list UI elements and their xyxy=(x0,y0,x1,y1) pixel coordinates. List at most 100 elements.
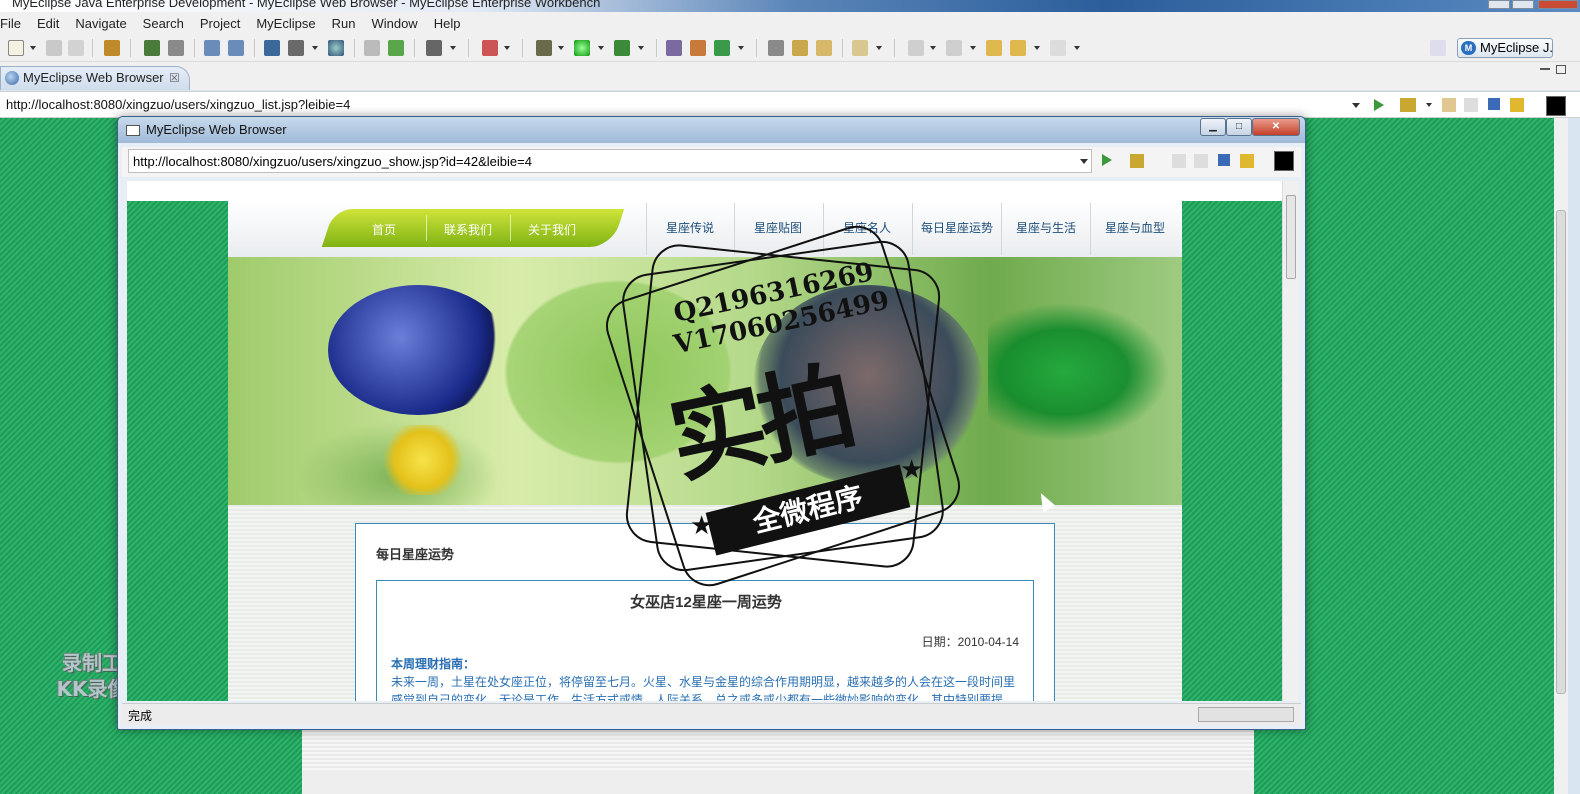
nav-contact[interactable]: 联系我们 xyxy=(444,221,492,238)
nav-daily-fortune[interactable]: 每日星座运势 xyxy=(921,219,993,236)
popup-url-dropdown-icon[interactable] xyxy=(1080,159,1088,164)
hierarchy-icon[interactable] xyxy=(666,40,682,56)
menu-run[interactable]: Run xyxy=(324,16,364,31)
save-icon[interactable] xyxy=(46,40,62,56)
bug-icon[interactable] xyxy=(536,40,552,56)
nav-celebrities[interactable]: 星座名人 xyxy=(843,219,891,236)
camera-icon[interactable] xyxy=(426,40,442,56)
site-nav: 首页 联系我们 关于我们 星座传说 星座贴图 星座名人 每日星座运势 星座与生活… xyxy=(228,201,1182,257)
nav-life[interactable]: 星座与生活 xyxy=(1016,219,1076,236)
bookmark-icon[interactable] xyxy=(1400,98,1416,112)
maximize-view-icon[interactable] xyxy=(1556,65,1566,74)
run-icon[interactable] xyxy=(574,40,590,56)
main-url-input[interactable] xyxy=(6,97,1361,112)
open-perspective-icon[interactable] xyxy=(1430,40,1446,56)
minimize-view-icon[interactable] xyxy=(1540,68,1550,70)
external-tools-icon[interactable] xyxy=(614,40,630,56)
folder-icon[interactable] xyxy=(852,40,868,56)
back-dropdown-icon[interactable] xyxy=(1034,46,1040,50)
add-icon[interactable] xyxy=(388,40,404,56)
zodiac-orb-left xyxy=(328,285,508,415)
last-edit-icon[interactable] xyxy=(986,40,1002,56)
menu-search[interactable]: Search xyxy=(135,16,192,31)
deploy-icon[interactable] xyxy=(204,40,220,56)
popup-forward-icon[interactable] xyxy=(1194,154,1208,168)
close-window-button[interactable] xyxy=(1538,0,1578,9)
prev-annotation-dropdown-icon[interactable] xyxy=(970,46,976,50)
color-picker-icon[interactable] xyxy=(1546,96,1566,116)
menu-file[interactable]: File xyxy=(0,16,29,31)
popup-bookmark-icon[interactable] xyxy=(1130,154,1144,168)
new-project-icon[interactable] xyxy=(264,40,280,56)
folder-dropdown-icon[interactable] xyxy=(876,46,882,50)
popup-close-button[interactable]: ✕ xyxy=(1252,118,1300,136)
mail-icon[interactable] xyxy=(768,40,784,56)
scrollbar-thumb[interactable] xyxy=(1556,210,1566,694)
refresh-icon[interactable] xyxy=(714,40,730,56)
task-icon[interactable] xyxy=(690,40,706,56)
minimize-window-button[interactable] xyxy=(1488,0,1510,9)
run-dropdown-icon[interactable] xyxy=(598,46,604,50)
popup-scrollbar-thumb[interactable] xyxy=(1286,195,1296,279)
forward-arrow-icon[interactable] xyxy=(1050,40,1066,56)
popup-minimize-button[interactable]: ▁ xyxy=(1200,118,1226,136)
maximize-window-button[interactable] xyxy=(1512,0,1534,9)
window-title-bar: MyEclipse Java Enterprise Development - … xyxy=(0,0,1580,12)
tab-label: MyEclipse Web Browser xyxy=(23,70,164,85)
main-url-dropdown-icon[interactable] xyxy=(1352,103,1360,108)
popup-refresh-icon[interactable] xyxy=(1240,154,1254,168)
envelope-icon[interactable] xyxy=(816,40,832,56)
debug-icon[interactable] xyxy=(144,40,160,56)
open-folder-icon[interactable] xyxy=(364,40,380,56)
stop-icon[interactable] xyxy=(1488,98,1500,110)
new-dropdown-icon[interactable] xyxy=(30,46,36,50)
web-browser-icon[interactable] xyxy=(328,40,344,56)
bookmark-dropdown-icon[interactable] xyxy=(1426,103,1432,107)
perspective-button[interactable]: M MyEclipse J... xyxy=(1457,38,1553,58)
back-arrow-icon[interactable] xyxy=(1010,40,1026,56)
popup-color-icon[interactable] xyxy=(1274,151,1294,171)
menu-navigate[interactable]: Navigate xyxy=(67,16,134,31)
tab-web-browser[interactable]: MyEclipse Web Browser ☒ xyxy=(0,66,190,90)
menu-project[interactable]: Project xyxy=(192,16,248,31)
refresh-dropdown-icon[interactable] xyxy=(738,46,744,50)
server-icon[interactable] xyxy=(168,40,184,56)
popup-maximize-button[interactable]: □ xyxy=(1226,118,1252,136)
nav-pictures[interactable]: 星座贴图 xyxy=(754,219,802,236)
new-wizard-dropdown-icon[interactable] xyxy=(504,46,510,50)
menu-window[interactable]: Window xyxy=(363,16,425,31)
close-tab-icon[interactable]: ☒ xyxy=(169,67,180,89)
go-icon[interactable] xyxy=(1374,99,1384,111)
debug-dropdown-icon[interactable] xyxy=(558,46,564,50)
nav-about[interactable]: 关于我们 xyxy=(528,221,576,238)
open-type-icon[interactable] xyxy=(104,40,120,56)
redeploy-icon[interactable] xyxy=(228,40,244,56)
nav-blood-type[interactable]: 星座与血型 xyxy=(1105,219,1165,236)
camera-dropdown-icon[interactable] xyxy=(450,46,456,50)
print-icon[interactable] xyxy=(68,40,84,56)
menu-myeclipse[interactable]: MyEclipse xyxy=(248,16,323,31)
refresh-page-icon[interactable] xyxy=(1510,98,1524,112)
next-annotation-dropdown-icon[interactable] xyxy=(930,46,936,50)
forward-icon[interactable] xyxy=(1464,98,1478,112)
popup-back-icon[interactable] xyxy=(1172,154,1186,168)
menu-help[interactable]: Help xyxy=(426,16,469,31)
new-icon[interactable] xyxy=(8,40,24,56)
menu-edit[interactable]: Edit xyxy=(29,16,67,31)
main-browser-scrollbar[interactable] xyxy=(1554,118,1568,794)
new-file-icon[interactable] xyxy=(288,40,304,56)
external-tools-dropdown-icon[interactable] xyxy=(638,46,644,50)
popup-stop-icon[interactable] xyxy=(1218,154,1230,166)
forward-dropdown-icon[interactable] xyxy=(1074,46,1080,50)
back-icon[interactable] xyxy=(1442,98,1456,112)
new-file-dropdown-icon[interactable] xyxy=(312,46,318,50)
pen-icon[interactable] xyxy=(792,40,808,56)
nav-legends[interactable]: 星座传说 xyxy=(666,219,714,236)
next-annotation-icon[interactable] xyxy=(908,40,924,56)
new-wizard-icon[interactable] xyxy=(482,40,498,56)
popup-url-input[interactable] xyxy=(128,149,1092,173)
popup-scrollbar[interactable] xyxy=(1282,181,1298,701)
prev-annotation-icon[interactable] xyxy=(946,40,962,56)
nav-home[interactable]: 首页 xyxy=(372,221,396,238)
popup-go-icon[interactable] xyxy=(1102,154,1112,166)
